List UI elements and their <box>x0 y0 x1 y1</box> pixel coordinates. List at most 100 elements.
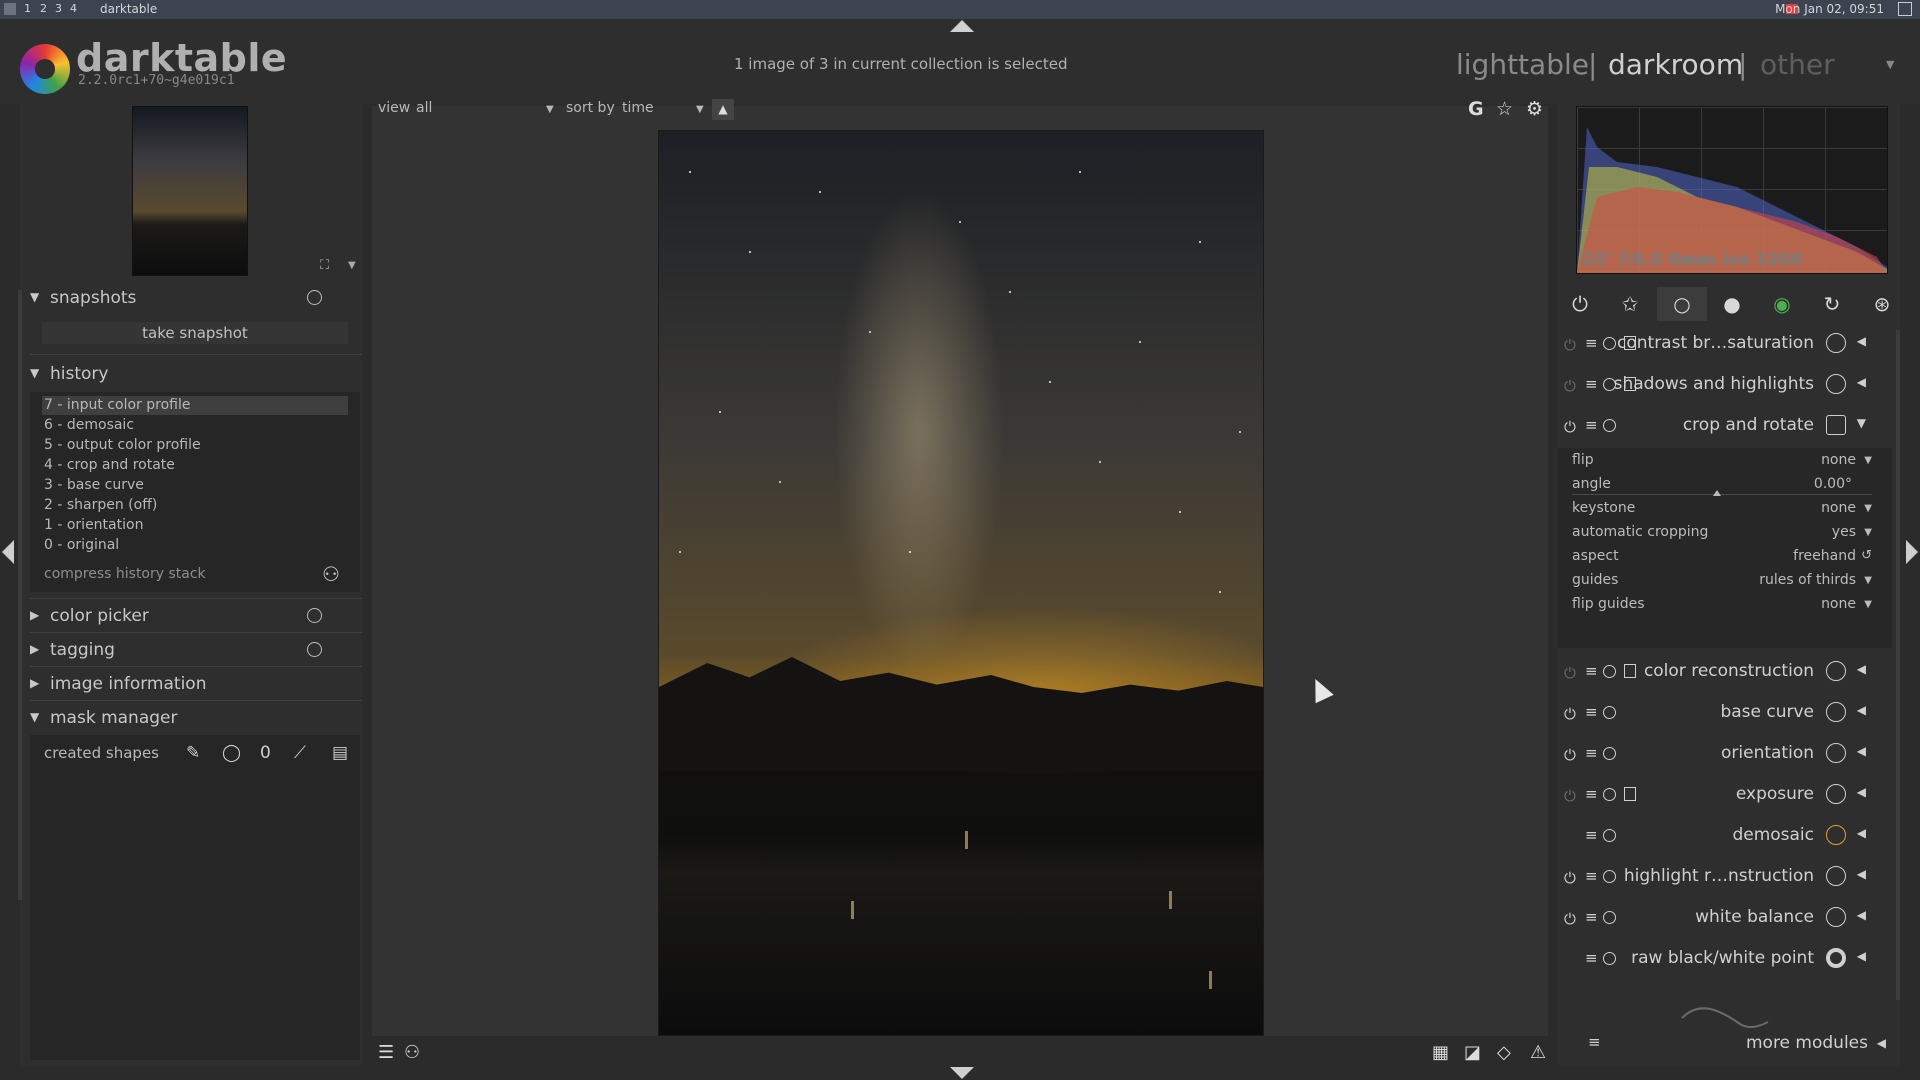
presets-menu-icon[interactable]: ≡ <box>1585 416 1598 434</box>
expand-arrow-icon[interactable]: ◀ <box>1857 375 1866 389</box>
power-icon[interactable]: ⏻ <box>1564 418 1576 436</box>
reset-icon[interactable] <box>1603 952 1616 965</box>
styles-icon[interactable]: ⚇ <box>322 562 340 586</box>
expand-arrow-icon[interactable]: ◀ <box>1857 826 1866 840</box>
workspace-icon[interactable] <box>4 3 16 15</box>
module-demosaic[interactable]: ≡ demosaic ◀ <box>1560 818 1890 858</box>
reset-icon[interactable] <box>1603 829 1616 842</box>
reset-icon[interactable] <box>307 290 322 305</box>
view-darkroom[interactable]: darkroom <box>1608 48 1743 81</box>
presets-menu-icon[interactable]: ≡ <box>1585 375 1598 393</box>
view-dropdown-icon[interactable]: ▼ <box>546 104 554 115</box>
sort-direction-button[interactable]: ▲ <box>712 99 734 120</box>
module-orientation[interactable]: ⏻ ≡ orientation ◀ <box>1560 736 1890 776</box>
history-item[interactable]: 5 - output color profile <box>44 437 201 453</box>
collapse-right-arrow-icon[interactable] <box>1906 540 1918 564</box>
path-shape-icon[interactable]: ⟋ <box>294 743 306 763</box>
collapse-top-arrow-icon[interactable] <box>950 20 974 32</box>
multi-instance-icon[interactable] <box>1624 787 1636 801</box>
history-item[interactable]: 6 - demosaic <box>44 417 134 433</box>
take-snapshot-button[interactable]: take snapshot <box>42 322 348 344</box>
reset-icon[interactable] <box>307 608 322 623</box>
presets-menu-icon[interactable]: ≡ <box>1585 867 1598 885</box>
module-white-balance[interactable]: ⏻ ≡ white balance ◀ <box>1560 900 1890 940</box>
reset-icon[interactable] <box>1603 419 1616 432</box>
presets-menu-icon[interactable]: ≡ <box>1585 785 1598 803</box>
reset-icon[interactable] <box>1603 747 1616 760</box>
collapse-arrow-icon[interactable]: ▼ <box>1857 416 1866 430</box>
presets-menu-icon[interactable]: ≡ <box>1585 703 1598 721</box>
collapse-bottom-arrow-icon[interactable] <box>950 1067 974 1079</box>
styles-icon[interactable]: ⚇ <box>404 1042 420 1063</box>
aspect-toggle-icon[interactable]: ↺ <box>1861 548 1872 563</box>
view-lighttable[interactable]: lighttable <box>1456 48 1589 81</box>
softproof-icon[interactable]: ◇ <box>1497 1042 1511 1063</box>
angle-slider-track[interactable] <box>1572 494 1872 495</box>
main-image[interactable] <box>658 130 1264 1036</box>
power-icon[interactable]: ⏻ <box>1564 869 1576 887</box>
reset-icon[interactable] <box>1603 870 1616 883</box>
workspace-4[interactable]: 4 <box>70 2 77 15</box>
compress-history-button[interactable]: compress history stack <box>44 566 206 582</box>
module-base-curve[interactable]: ⏻ ≡ base curve ◀ <box>1560 695 1890 735</box>
color-assessment-icon[interactable]: ▦ <box>1432 1042 1449 1063</box>
expand-arrow-icon[interactable]: ◀ <box>1857 334 1866 348</box>
power-icon[interactable]: ⏻ <box>1564 746 1576 764</box>
reset-icon[interactable] <box>1603 337 1616 350</box>
image-information-header[interactable]: ▶ image information <box>30 672 360 700</box>
grouping-icon[interactable]: G <box>1468 98 1484 120</box>
gear-icon[interactable]: ⚙ <box>1526 98 1543 120</box>
tagging-header[interactable]: ▶ tagging <box>30 638 360 666</box>
workspace-3[interactable]: 3 <box>55 2 62 15</box>
sort-select[interactable]: time <box>622 100 654 116</box>
history-item[interactable]: 4 - crop and rotate <box>44 457 175 473</box>
mask-manager-header[interactable]: ▼ mask manager <box>30 706 360 734</box>
overexposure-icon[interactable]: ◪ <box>1464 1042 1481 1063</box>
power-icon[interactable]: ⏻ <box>1564 787 1576 805</box>
expand-arrow-icon[interactable]: ◀ <box>1857 949 1866 963</box>
more-modules-button[interactable]: ≡ more modules ◀ <box>1588 1033 1898 1057</box>
reset-icon[interactable] <box>1603 665 1616 678</box>
color-wheel-icon[interactable]: ◉ <box>1770 292 1794 316</box>
history-item[interactable]: 2 - sharpen (off) <box>44 497 157 513</box>
filled-circle-icon[interactable]: ● <box>1720 292 1744 316</box>
layout-icon[interactable] <box>1898 2 1912 16</box>
ellipse-shape-icon[interactable]: 0 <box>260 743 271 763</box>
history-item[interactable]: 7 - input color profile <box>44 397 190 413</box>
fullscreen-icon[interactable]: ⛶ <box>320 258 329 273</box>
presets-menu-icon[interactable]: ≡ <box>1585 744 1598 762</box>
expand-arrow-icon[interactable]: ◀ <box>1857 703 1866 717</box>
reset-icon[interactable] <box>307 642 322 657</box>
reset-icon[interactable] <box>1603 788 1616 801</box>
left-scrollbar[interactable] <box>18 290 22 900</box>
expand-arrow-icon[interactable]: ◀ <box>1857 867 1866 881</box>
workspace-1[interactable]: 1 <box>24 2 31 15</box>
module-highlight-reconstruction[interactable]: ⏻ ≡ highlight r…nstruction ◀ <box>1560 859 1890 899</box>
star-overlay-icon[interactable]: ☆ <box>1496 98 1513 120</box>
presets-menu-icon[interactable]: ≡ <box>1585 826 1598 844</box>
module-exposure[interactable]: ⏻ ≡ exposure ◀ <box>1560 777 1890 817</box>
module-crop-and-rotate[interactable]: ⏻ ≡ crop and rotate ▼ <box>1560 408 1890 448</box>
module-contrast-brightness-saturation[interactable]: ⏻ ≡ contrast br…saturation ◀ <box>1560 326 1890 366</box>
star-icon[interactable]: ✩ <box>1618 292 1642 316</box>
view-filter-select[interactable]: all <box>416 100 432 116</box>
color-picker-header[interactable]: ▶ color picker <box>30 604 360 632</box>
expand-arrow-icon[interactable]: ◀ <box>1857 908 1866 922</box>
presets-menu-icon[interactable]: ≡ <box>1585 662 1598 680</box>
circle-icon[interactable]: ○ <box>1670 292 1694 316</box>
collapse-left-arrow-icon[interactable] <box>2 540 14 564</box>
power-icon[interactable]: ⏻ <box>1564 664 1576 682</box>
presets-menu-icon[interactable]: ≡ <box>1585 334 1598 352</box>
history-item[interactable]: 3 - base curve <box>44 477 144 493</box>
power-icon[interactable]: ⏻ <box>1564 336 1576 354</box>
reset-icon[interactable] <box>1603 706 1616 719</box>
expand-arrow-icon[interactable]: ◀ <box>1857 744 1866 758</box>
navigation-thumbnail[interactable] <box>132 106 248 276</box>
expand-arrow-icon[interactable]: ◀ <box>1857 785 1866 799</box>
module-color-reconstruction[interactable]: ⏻ ≡ color reconstruction ◀ <box>1560 654 1890 694</box>
right-scrollbar[interactable] <box>1896 330 1900 1000</box>
presets-menu-icon[interactable]: ≡ <box>1588 1033 1601 1051</box>
power-icon[interactable]: ⏻ <box>1564 705 1576 723</box>
module-shadows-and-highlights[interactable]: ⏻ ≡ shadows and highlights ◀ <box>1560 367 1890 407</box>
presets-menu-icon[interactable]: ≡ <box>1585 908 1598 926</box>
